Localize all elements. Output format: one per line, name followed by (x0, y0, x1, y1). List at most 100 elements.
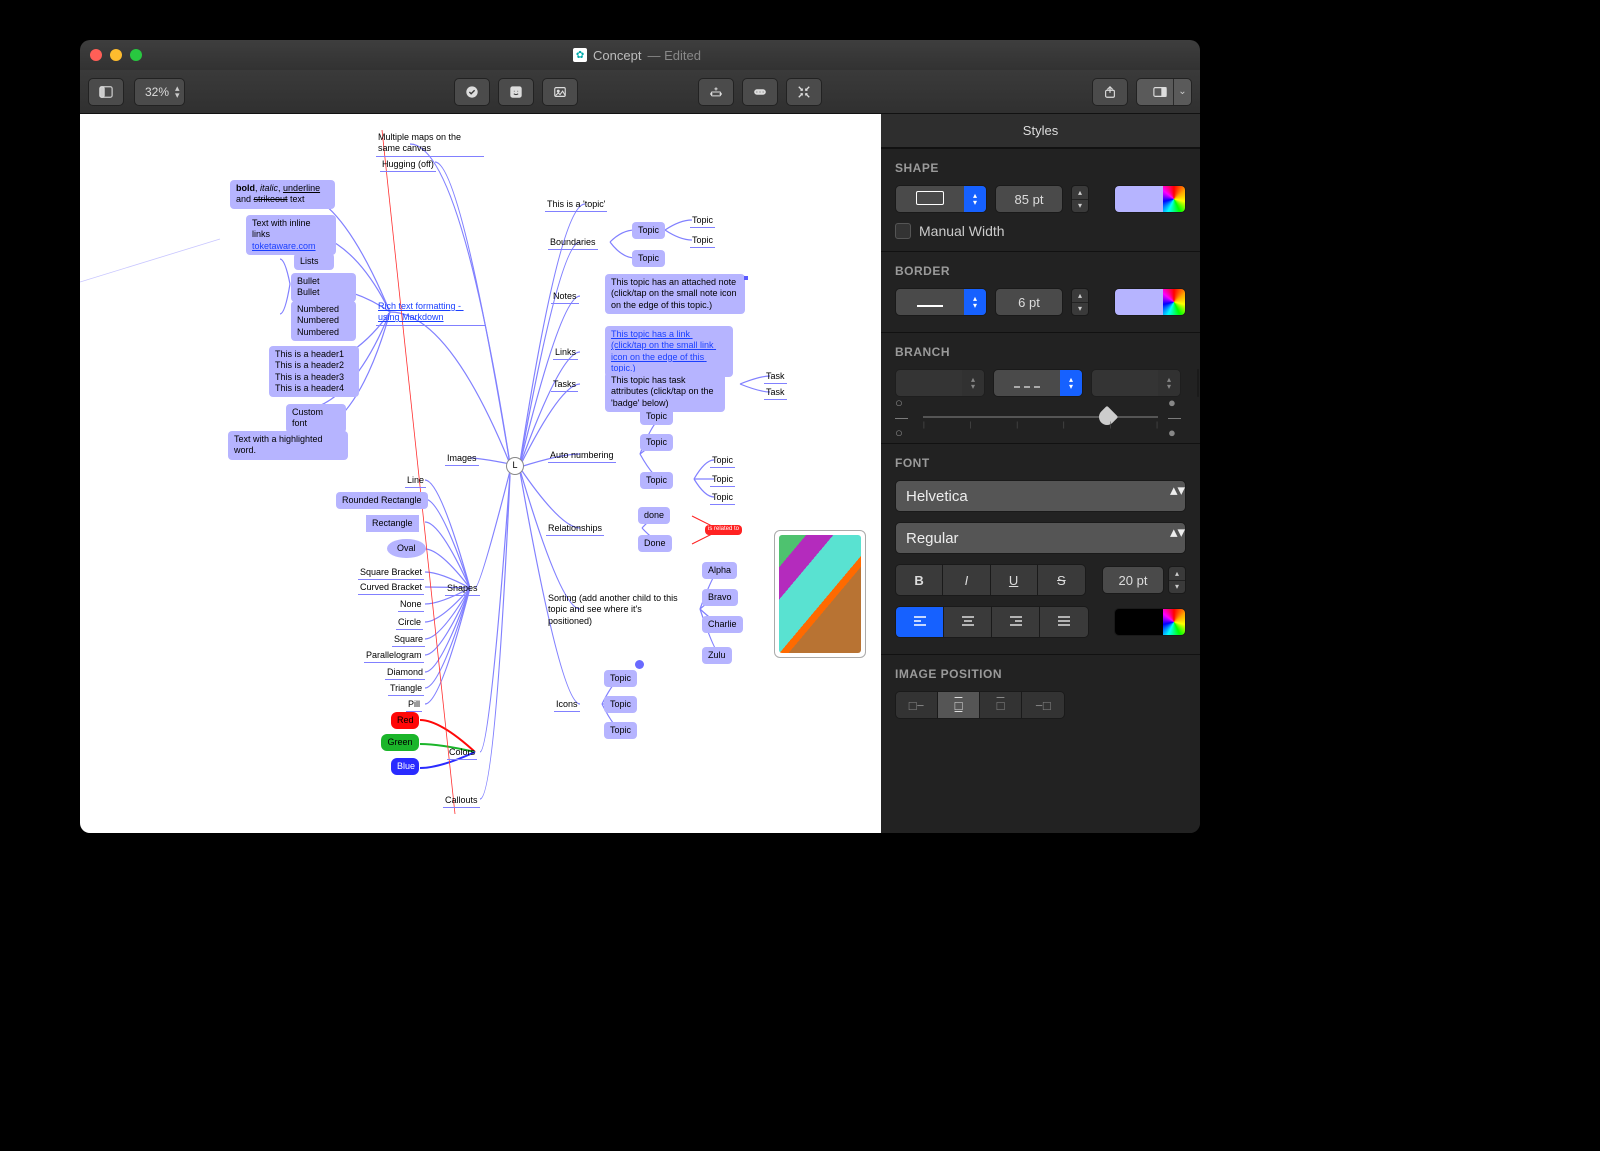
inspector-tab-styles[interactable]: Styles (881, 114, 1200, 148)
node-box[interactable]: Topic (640, 472, 673, 489)
close-icon[interactable] (90, 49, 102, 61)
node-box[interactable]: Numbered Numbered Numbered (291, 301, 356, 341)
node-label[interactable]: None (398, 598, 424, 612)
node-label[interactable]: Topic (690, 234, 715, 248)
node-box[interactable]: Topic (632, 222, 665, 239)
node-label[interactable]: Curved Bracket (358, 581, 424, 595)
image-button[interactable] (542, 78, 578, 106)
note-pin-icon[interactable] (744, 276, 748, 280)
node-box[interactable]: Topic (604, 670, 637, 687)
canvas-image-node[interactable] (774, 530, 866, 658)
img-pos-left[interactable]: □− (896, 692, 938, 718)
node-label[interactable]: Relationships (546, 522, 604, 536)
node-label[interactable]: Callouts (443, 794, 480, 808)
bold-button[interactable]: B (896, 565, 943, 595)
node-box[interactable]: Custom font (286, 404, 346, 433)
node-text[interactable]: Sorting (add another child to this topic… (546, 592, 686, 628)
node-box[interactable]: Topic (604, 722, 637, 739)
align-right-button[interactable] (992, 607, 1040, 637)
branch-end-select[interactable]: ▴▾ (1091, 369, 1181, 397)
strikethrough-button[interactable]: S (1038, 565, 1085, 595)
node-box[interactable]: Rectangle (366, 515, 419, 532)
border-width-field[interactable]: 6 pt (995, 288, 1063, 316)
underline-button[interactable]: U (991, 565, 1038, 595)
shape-width-field[interactable]: 85 pt (995, 185, 1063, 213)
node-box[interactable]: Topic (640, 408, 673, 425)
border-color-swatch[interactable] (1114, 288, 1186, 316)
font-family-select[interactable]: Helvetica ▴▾ (895, 480, 1186, 512)
node-label[interactable]: Pill (406, 698, 422, 712)
node-label[interactable]: Auto numbering (548, 449, 616, 463)
node-label[interactable]: Topic (710, 454, 735, 468)
node-label[interactable]: Square Bracket (358, 566, 424, 580)
border-width-stepper[interactable]: ▴▾ (1071, 288, 1089, 316)
collapse-button[interactable] (786, 78, 822, 106)
node-label[interactable]: Circle (396, 616, 423, 630)
node-text[interactable]: Hugging (off) (380, 158, 436, 172)
node-box[interactable]: Bravo (702, 589, 738, 606)
branch-color-swatch[interactable] (1197, 369, 1199, 397)
root-node[interactable]: L (506, 457, 524, 475)
img-pos-right[interactable]: −□ (1022, 692, 1064, 718)
node-box[interactable]: bold, italic, underline and strikeout te… (230, 180, 335, 209)
align-left-button[interactable] (896, 607, 944, 637)
node-box[interactable]: Topic (604, 696, 637, 713)
node-label[interactable]: Task (764, 386, 787, 400)
zoom-icon[interactable] (130, 49, 142, 61)
node-label[interactable]: Shapes (445, 582, 480, 596)
node-label[interactable]: This is a 'topic' (545, 198, 607, 212)
relationship-button[interactable] (742, 78, 778, 106)
node-box[interactable]: Zulu (702, 647, 732, 664)
toggle-sidebar-button[interactable] (88, 78, 124, 106)
node-box[interactable]: Charlie (702, 616, 743, 633)
node-label[interactable]: Colors (447, 746, 477, 760)
node-box[interactable]: This topic has task attributes (click/ta… (605, 372, 725, 412)
branch-thickness-slider[interactable]: |||||| (923, 407, 1158, 427)
zoom-select[interactable]: 32% ▴▾ (134, 78, 185, 106)
node-label[interactable]: Notes (551, 290, 579, 304)
node-label[interactable]: Topic (710, 491, 735, 505)
node-box[interactable]: done (638, 507, 670, 524)
italic-button[interactable]: I (943, 565, 990, 595)
font-size-field[interactable]: 20 pt (1102, 566, 1164, 594)
node-box[interactable]: Oval (387, 539, 426, 558)
node-link[interactable]: Rich text formatting - using Markdown (376, 300, 486, 326)
align-justify-button[interactable] (1040, 607, 1088, 637)
relationship-badge[interactable]: is related to (705, 525, 742, 535)
node-box[interactable]: Alpha (702, 562, 737, 579)
node-label[interactable]: Images (445, 452, 479, 466)
node-label[interactable]: Links (553, 346, 578, 360)
node-box[interactable]: Topic (632, 250, 665, 267)
node-box[interactable]: This is a header1 This is a header2 This… (269, 346, 359, 397)
node-link-box[interactable]: This topic has a link (click/tap on the … (605, 326, 733, 377)
font-weight-select[interactable]: Regular ▴▾ (895, 522, 1186, 554)
img-pos-top[interactable]: □ (938, 692, 980, 718)
node-green[interactable]: Green (381, 734, 419, 751)
node-red[interactable]: Red (391, 712, 419, 729)
align-center-button[interactable] (944, 607, 992, 637)
manual-width-checkbox[interactable] (895, 223, 911, 239)
node-label[interactable]: Topic (710, 473, 735, 487)
mindmap-canvas[interactable]: L Multiple maps on the same canvas Huggi… (80, 114, 881, 833)
node-label[interactable]: Parallelogram (364, 649, 424, 663)
node-blue[interactable]: Blue (391, 758, 419, 775)
minimize-icon[interactable] (110, 49, 122, 61)
chevron-down-icon[interactable]: ⌄ (1173, 79, 1191, 105)
emoji-button[interactable] (498, 78, 534, 106)
share-button[interactable] (1092, 78, 1128, 106)
node-label[interactable]: Diamond (385, 666, 425, 680)
color-picker-icon[interactable] (1163, 186, 1185, 212)
node-label[interactable]: Square (392, 633, 425, 647)
text-color-swatch[interactable] (1114, 608, 1186, 636)
inspector-toggle-button[interactable]: ⌄ (1136, 78, 1192, 106)
node-label[interactable]: Boundaries (548, 236, 598, 250)
node-text[interactable]: Multiple maps on the same canvas (376, 131, 484, 157)
node-label[interactable]: Triangle (388, 682, 424, 696)
shape-style-select[interactable]: ▴▾ (895, 185, 987, 213)
titlebar[interactable]: ✿ Concept — Edited (80, 40, 1200, 70)
node-label[interactable]: Task (764, 370, 787, 384)
checkmark-button[interactable] (454, 78, 490, 106)
node-box[interactable]: Done (638, 535, 672, 552)
node-label[interactable]: Line (405, 474, 426, 488)
branch-start-select[interactable]: ▴▾ (895, 369, 985, 397)
